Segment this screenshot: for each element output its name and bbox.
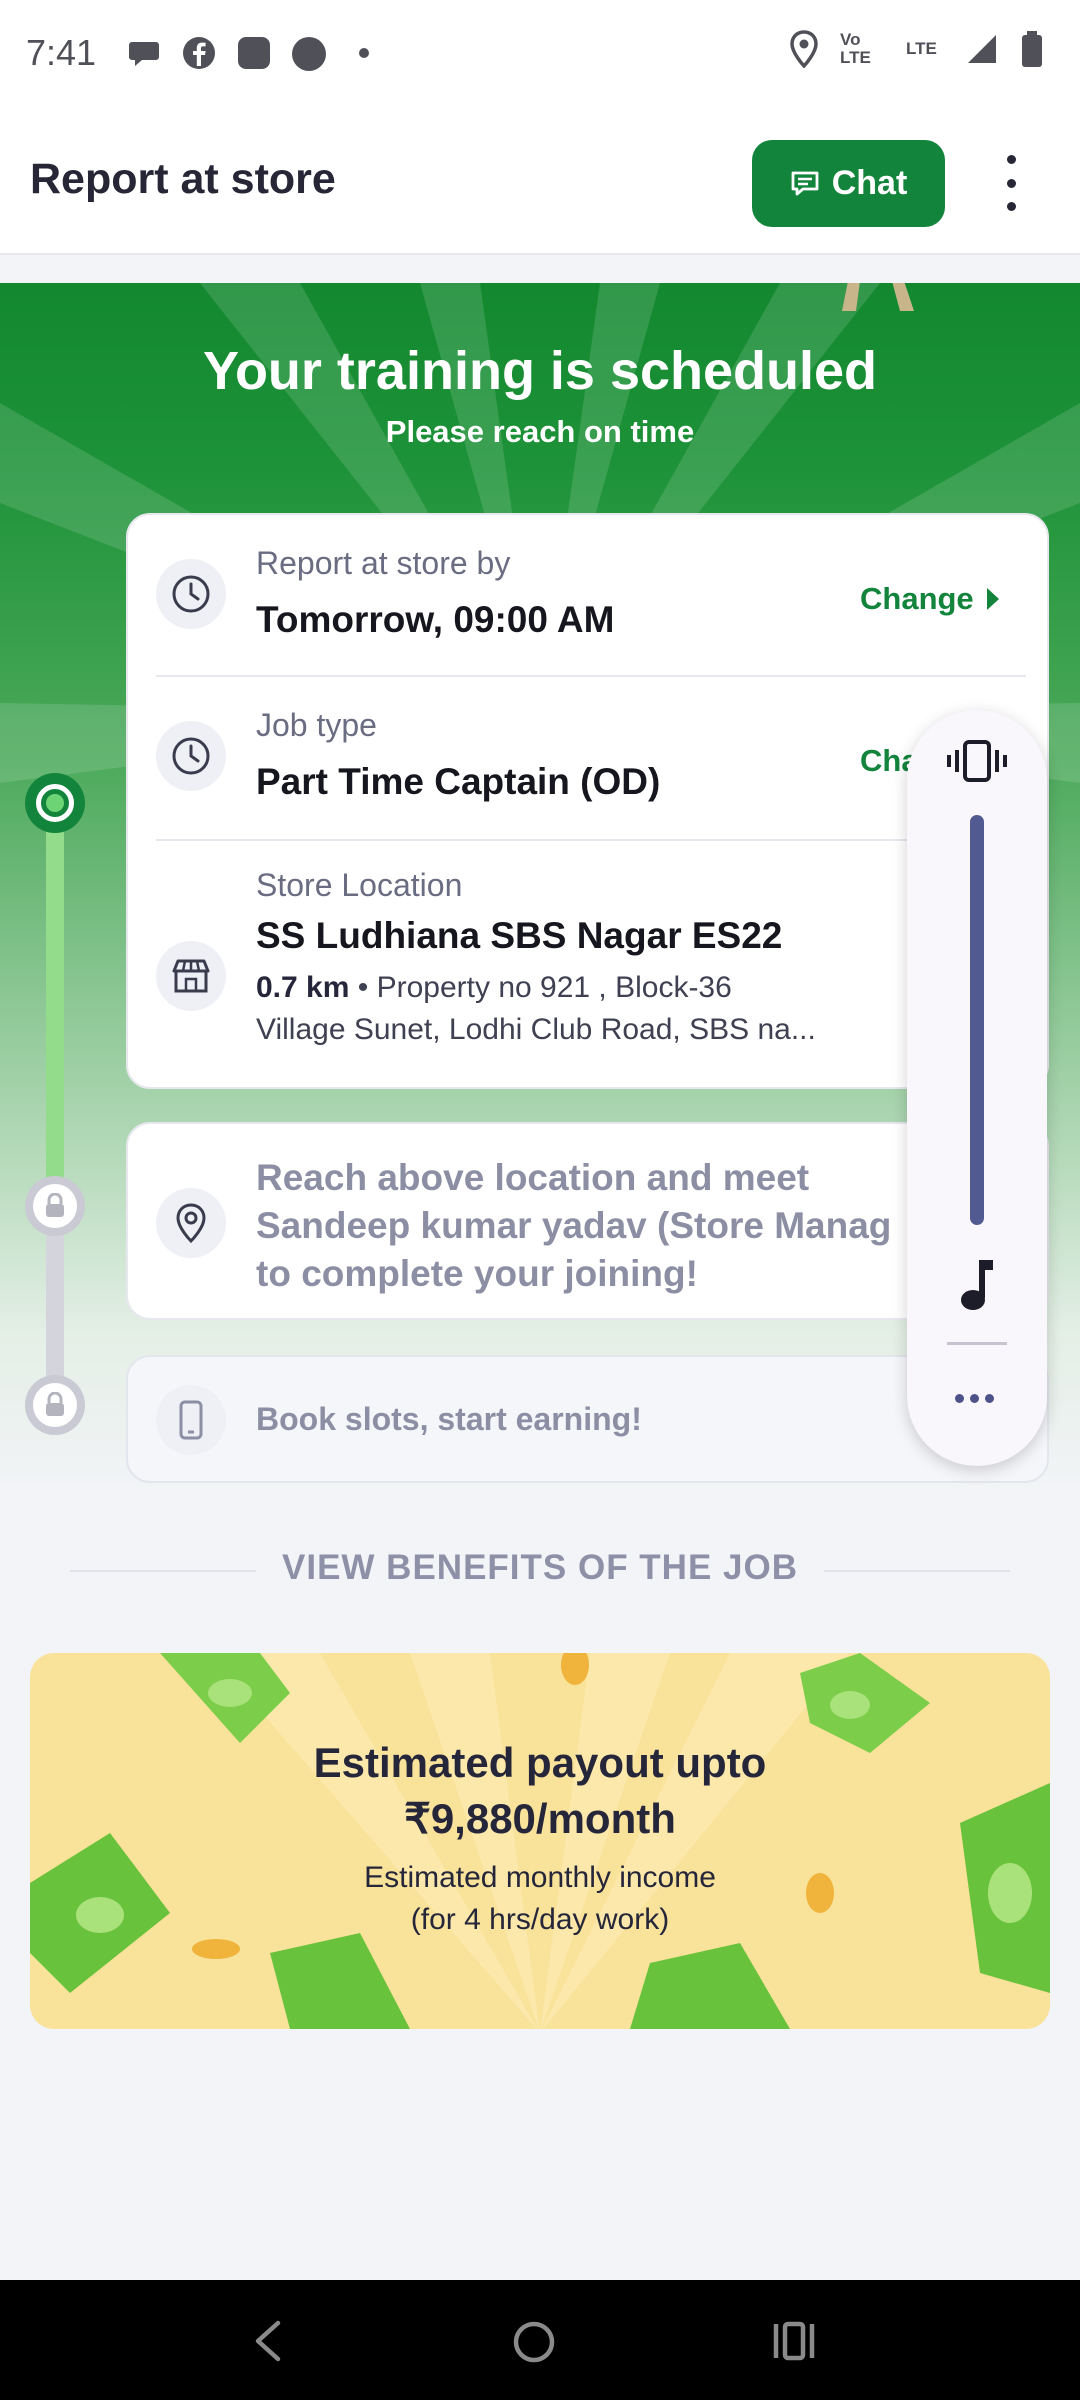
change-report-time-button[interactable]: Change [860,581,1000,617]
location-pin-icon [156,1188,226,1258]
dot-icon [359,48,369,58]
step-locked-indicator [25,1375,85,1435]
payout-sub-line: (for 4 hrs/day work) [410,1903,670,1936]
circle-app-icon [292,37,326,71]
app-header: Report at store Chat [0,105,1080,255]
store-address-line1: 0.7 km • Property no 921 , Block-36 [256,971,732,1005]
illustration-legs [842,283,914,311]
progress-rail-complete [46,810,64,1190]
status-icons: Vo LTE LTE [790,30,1044,68]
job-type-value: Part Time Captain (OD) [256,761,661,802]
volume-panel [907,710,1047,1466]
chat-button[interactable]: Chat [752,140,945,227]
page-title: Report at store [30,155,336,203]
hero-title: Your training is scheduled [202,341,878,401]
book-slots-text: Book slots, start earning! [256,1401,642,1437]
view-benefits-link[interactable]: VIEW BENEFITS OF THE JOB [0,1548,1080,1588]
clock-icon [156,559,226,629]
music-note-icon[interactable] [957,1258,997,1312]
caret-right-icon [986,588,999,610]
facebook-icon [183,37,215,69]
signal-icon [968,35,996,63]
store-address-line2: Village Sunet, Lodhi Club Road, SBS na..… [256,1013,816,1046]
volume-slider[interactable] [970,815,984,1225]
report-time-label: Report at store by [256,545,511,581]
battery-icon [1022,31,1042,67]
location-icon [790,30,818,68]
store-distance: 0.7 km [256,971,350,1004]
separator-dot: • [357,971,369,1004]
hero-subtitle: Please reach on time [385,414,695,449]
benefits-header[interactable]: VIEW BENEFITS OF THE JOB [0,1548,1080,1592]
store-address-part: Property no 921 , Block-36 [376,971,732,1004]
payout-subtitle: Estimated monthly income (for 4 hrs/day … [30,1857,1050,1941]
status-time: 7:41 [26,32,97,73]
status-bar: 7:41 Vo LTE LTE [0,0,1080,105]
recents-icon[interactable] [772,2320,816,2362]
chat-icon [791,171,819,195]
lock-icon [46,1392,64,1416]
back-icon[interactable] [252,2320,282,2362]
more-dots-icon[interactable] [955,1394,994,1403]
lock-icon [46,1193,64,1217]
store-location-label: Store Location [256,867,463,903]
step-locked-indicator [25,1176,85,1236]
vibrate-icon[interactable] [945,738,1009,784]
payout-banner: Estimated payout upto ₹9,880/month Estim… [30,1653,1050,2029]
report-time-value: Tomorrow, 09:00 AM [256,599,615,640]
phone-icon [156,1385,226,1455]
store-icon [156,941,226,1011]
change-label: Change [860,581,974,616]
step-active-indicator [25,773,85,833]
home-icon[interactable] [512,2320,556,2364]
divider [947,1342,1007,1345]
payout-amount: ₹9,880/month [404,1795,676,1842]
store-name: SS Ludhiana SBS Nagar ES22 [256,915,783,956]
job-type-label: Job type [256,707,377,743]
payout-title: Estimated payout upto ₹9,880/month [30,1735,1050,1847]
report-time-row: Report at store by Tomorrow, 09:00 AM Ch… [128,515,1051,675]
lte-icon: LTE [906,39,937,58]
payout-title-line: Estimated payout upto [313,1739,767,1786]
system-nav-bar [0,2280,1080,2400]
chat-button-label: Chat [831,164,908,202]
payout-sub-line: Estimated monthly income [364,1861,716,1894]
more-options-icon[interactable] [996,155,1026,211]
clock-icon [156,721,226,791]
app-square-icon [238,37,270,69]
volte-icon: Vo LTE [840,30,871,67]
chat-bubble-icon [129,42,159,66]
